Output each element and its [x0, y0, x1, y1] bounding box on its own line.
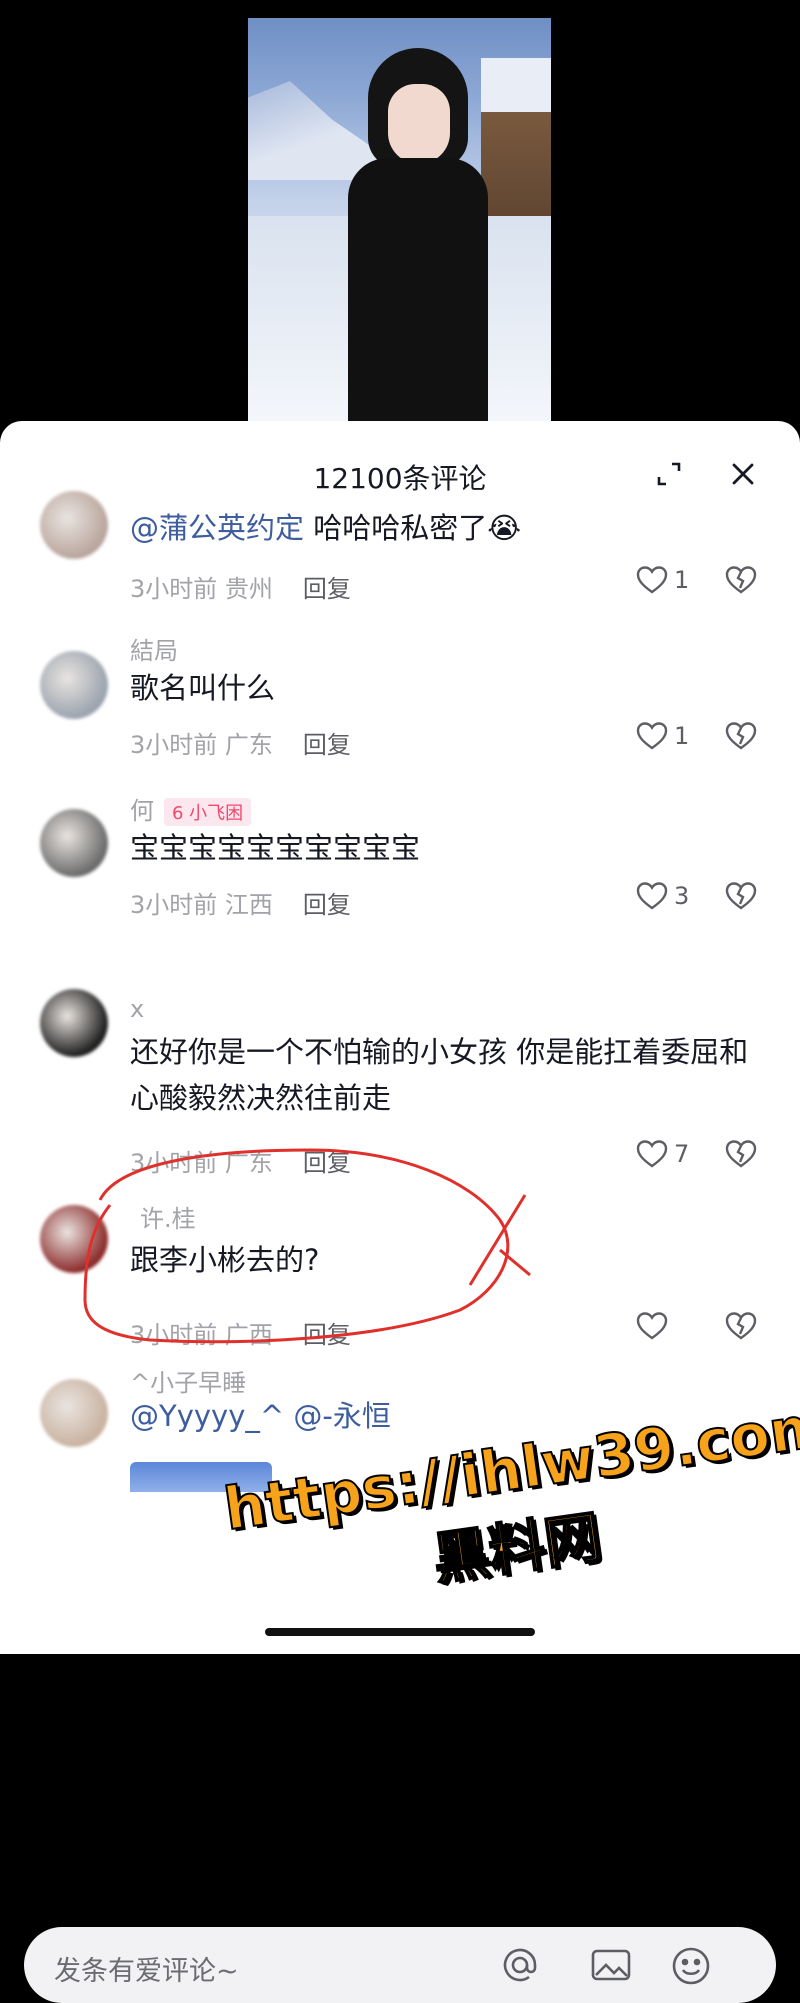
- at-icon[interactable]: [500, 1945, 540, 1989]
- avatar[interactable]: [40, 1379, 108, 1447]
- comment-meta: 3小时前 广东 回复: [130, 731, 351, 759]
- like-count: 1: [674, 722, 690, 750]
- comment-meta: 3小时前 广西 回复: [130, 1321, 351, 1349]
- comment-username[interactable]: 何6 小飞困: [130, 791, 252, 826]
- avatar[interactable]: [40, 1205, 108, 1273]
- dislike-button[interactable]: [725, 721, 757, 755]
- comment-username[interactable]: x: [130, 995, 144, 1023]
- comment-username[interactable]: 結局: [130, 631, 178, 666]
- fan-badge: 6 小飞困: [164, 798, 252, 826]
- heart-icon: [636, 722, 668, 750]
- like-count: 7: [674, 1140, 690, 1168]
- like-count: 3: [674, 882, 690, 910]
- comments-sheet: 12100条评论 @蒲公英约定 哈哈哈私密了😭 3小时前 贵州 回复 1 結局 歌…: [0, 421, 800, 2003]
- broken-heart-icon: [725, 722, 757, 750]
- heart-icon: [636, 882, 668, 910]
- comment-text: @蒲公英约定 哈哈哈私密了😭: [130, 511, 522, 545]
- dislike-button[interactable]: [725, 881, 757, 915]
- dislike-button[interactable]: [725, 1139, 757, 1173]
- reply-button[interactable]: 回复: [303, 891, 351, 919]
- like-count: 1: [674, 566, 690, 594]
- comment-text: 跟李小彬去的?: [130, 1243, 320, 1277]
- broken-heart-icon: [725, 566, 757, 594]
- dislike-button[interactable]: [725, 1311, 757, 1345]
- comment-text: 宝宝宝宝宝宝宝宝宝宝: [130, 831, 421, 865]
- image-icon[interactable]: [590, 1945, 632, 1989]
- like-button[interactable]: 3: [636, 881, 689, 911]
- heart-icon: [636, 1312, 668, 1340]
- heart-icon: [636, 1140, 668, 1168]
- avatar[interactable]: [40, 651, 108, 719]
- comment-input[interactable]: 发条有爱评论~: [24, 1927, 776, 2003]
- comment-meta: 3小时前 贵州 回复: [130, 575, 351, 603]
- broken-heart-icon: [725, 1312, 757, 1340]
- expand-icon[interactable]: [652, 457, 686, 491]
- comment-input-placeholder: 发条有爱评论~: [54, 1956, 239, 1987]
- comment-text: 还好你是一个不怕输的小女孩 你是能扛着委屈和心酸毅然决然往前走: [130, 1035, 749, 1115]
- heart-icon: [636, 566, 668, 594]
- sheet-header: 12100条评论: [0, 421, 800, 501]
- reply-button[interactable]: 回复: [303, 1149, 351, 1177]
- comment-text: 歌名叫什么: [130, 671, 276, 705]
- avatar[interactable]: [40, 809, 108, 877]
- broken-heart-icon: [725, 1140, 757, 1168]
- person-figure: [333, 48, 503, 426]
- emoji-icon[interactable]: [670, 1945, 712, 1991]
- like-button[interactable]: 1: [636, 565, 689, 595]
- comment-meta: 3小时前 广东 回复: [130, 1149, 351, 1177]
- comment-meta: 3小时前 江西 回复: [130, 891, 351, 919]
- like-button[interactable]: 7: [636, 1139, 689, 1169]
- mention-link[interactable]: @蒲公英约定: [130, 511, 304, 545]
- image-attachment[interactable]: [130, 1462, 272, 1492]
- avatar[interactable]: [40, 491, 108, 559]
- like-button[interactable]: 1: [636, 721, 689, 751]
- comment-username[interactable]: 许.桂: [140, 1199, 196, 1234]
- avatar[interactable]: [40, 989, 108, 1057]
- reply-button[interactable]: 回复: [303, 1321, 351, 1349]
- reply-button[interactable]: 回复: [303, 575, 351, 603]
- comment-text: @Yyyyy_^ @-永恒: [130, 1399, 391, 1433]
- close-icon[interactable]: [726, 457, 760, 491]
- broken-heart-icon: [725, 882, 757, 910]
- video-preview[interactable]: [248, 18, 551, 426]
- home-indicator[interactable]: [265, 1628, 535, 1636]
- reply-button[interactable]: 回复: [303, 731, 351, 759]
- like-button[interactable]: [636, 1311, 674, 1341]
- dislike-button[interactable]: [725, 565, 757, 599]
